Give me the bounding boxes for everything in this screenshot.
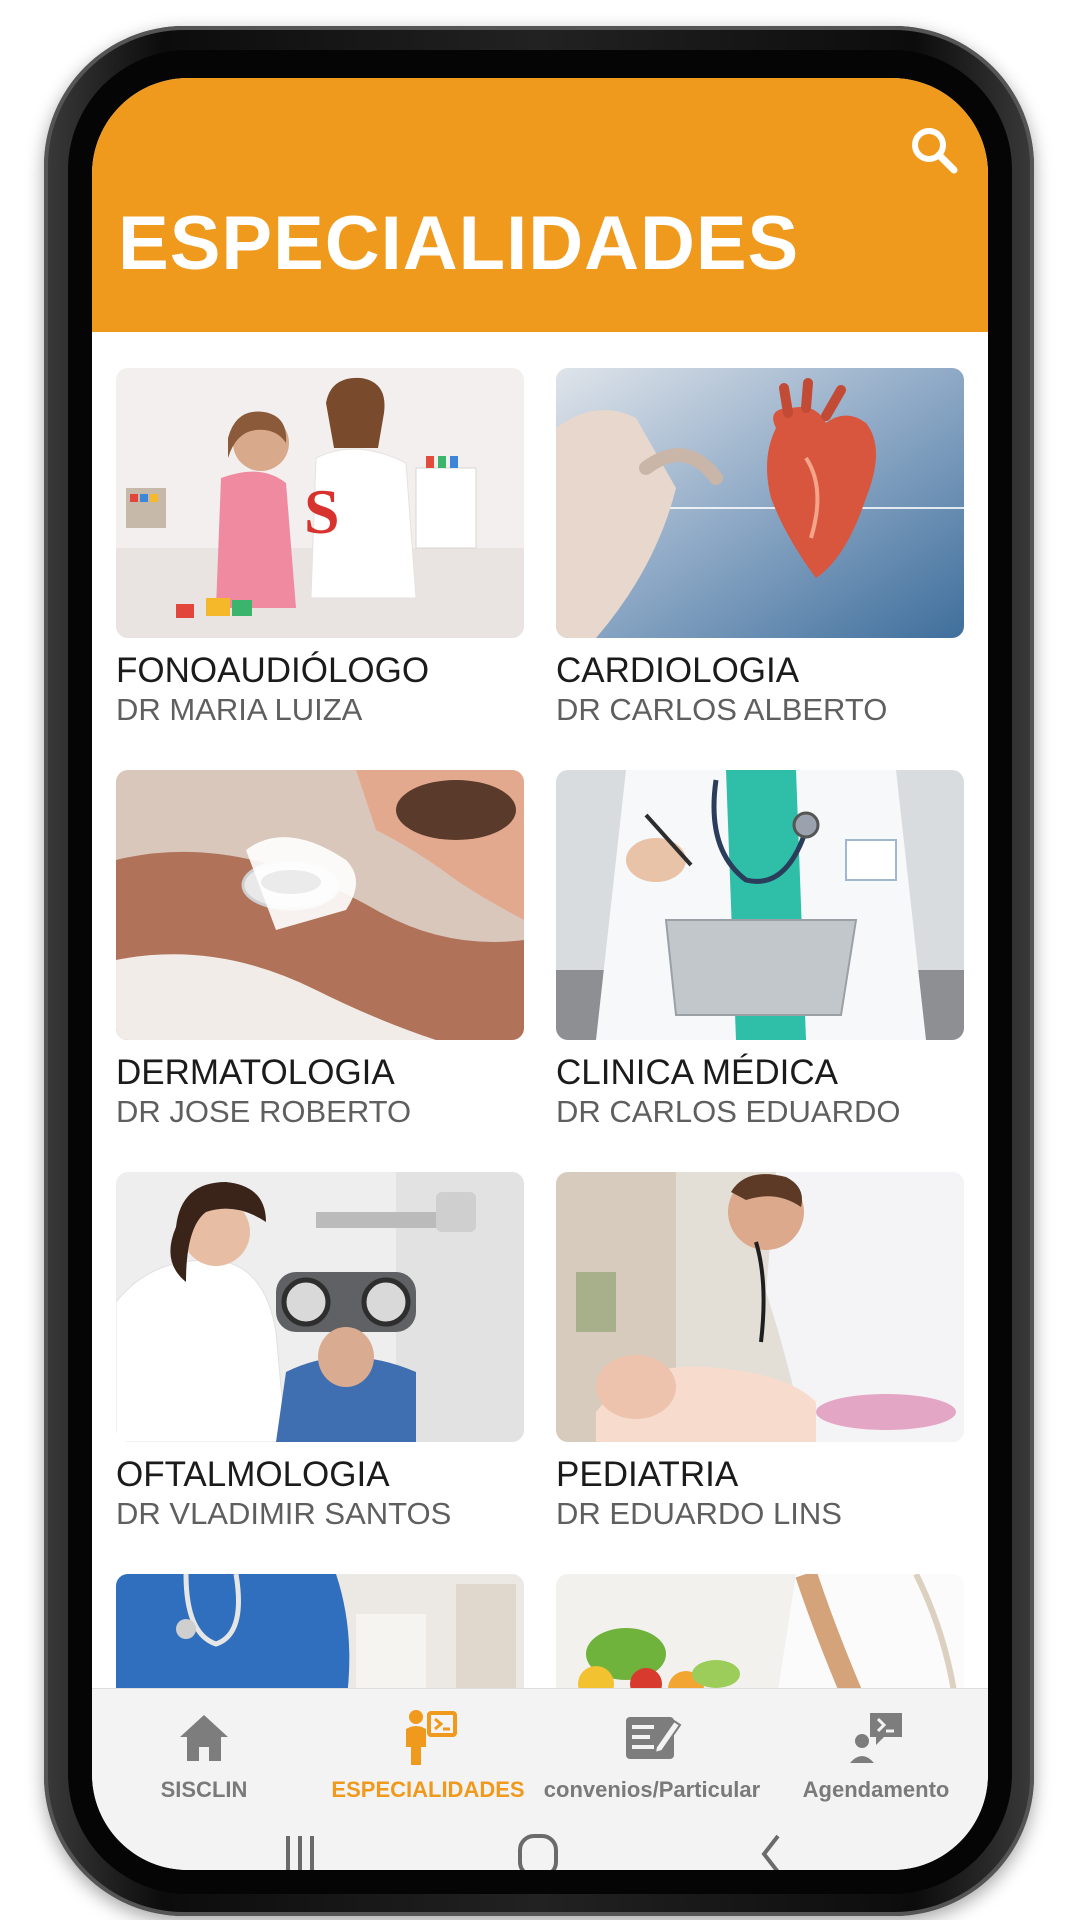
app-screen: ESPECIALIDADES S FONOAUDIÓLOGO DR MARIA …: [92, 78, 988, 1870]
svg-text:S: S: [304, 476, 340, 547]
nav-item-convenios[interactable]: convenios/Particular: [540, 1689, 764, 1811]
eye-exam-photo: [116, 1172, 524, 1442]
specialty-title: CLINICA MÉDICA: [556, 1053, 838, 1092]
chat-person-icon: [850, 1713, 902, 1763]
nav-item-agendamento[interactable]: Agendamento: [764, 1689, 988, 1811]
edit-document-icon: [626, 1717, 682, 1759]
bottom-navigation: SISCLIN ESPECIALIDADES convenios/Particu…: [92, 1688, 988, 1811]
doctor-name: DR EDUARDO LINS: [556, 1496, 842, 1531]
specialty-title: DERMATOLOGIA: [116, 1053, 395, 1092]
specialty-title: FONOAUDIÓLOGO: [116, 651, 430, 690]
doctor-clipboard-photo: [556, 770, 964, 1040]
speech-therapy-photo: S: [116, 368, 524, 638]
doctor-name: DR CARLOS EDUARDO: [556, 1094, 901, 1129]
nav-label: ESPECIALIDADES: [331, 1777, 525, 1802]
specialties-list[interactable]: S FONOAUDIÓLOGO DR MARIA LUIZA CARDIOLOG…: [92, 332, 988, 1768]
nav-item-sisclin[interactable]: SISCLIN: [92, 1689, 316, 1811]
pediatrician-baby-photo: [556, 1172, 964, 1442]
specialty-card[interactable]: CLINICA MÉDICA DR CARLOS EDUARDO: [556, 770, 964, 1130]
specialist-icon: [406, 1710, 457, 1765]
specialty-title: PEDIATRIA: [556, 1455, 739, 1494]
dermatoscope-photo: [116, 770, 524, 1040]
doctor-name: DR VLADIMIR SANTOS: [116, 1496, 452, 1531]
search-button[interactable]: [902, 118, 966, 182]
specialty-card[interactable]: CARDIOLOGIA DR CARLOS ALBERTO: [556, 368, 964, 728]
specialty-card[interactable]: S FONOAUDIÓLOGO DR MARIA LUIZA: [116, 368, 524, 728]
page-title: ESPECIALIDADES: [118, 201, 800, 286]
doctor-name: DR CARLOS ALBERTO: [556, 692, 888, 727]
nav-label: Agendamento: [802, 1777, 950, 1802]
specialty-title: OFTALMOLOGIA: [116, 1455, 390, 1494]
nav-item-especialidades[interactable]: ESPECIALIDADES: [316, 1689, 540, 1811]
home-button-icon[interactable]: [516, 1820, 564, 1870]
nav-label: convenios/Particular: [543, 1777, 761, 1802]
system-navigation-bar: [92, 1810, 988, 1870]
doctor-name: DR JOSE ROBERTO: [116, 1094, 412, 1129]
home-icon: [180, 1715, 228, 1761]
specialty-card[interactable]: OFTALMOLOGIA DR VLADIMIR SANTOS: [116, 1172, 524, 1532]
recent-apps-icon[interactable]: [282, 1820, 322, 1870]
specialty-card[interactable]: PEDIATRIA DR EDUARDO LINS: [556, 1172, 964, 1532]
specialty-card[interactable]: DERMATOLOGIA DR JOSE ROBERTO: [116, 770, 524, 1130]
back-icon[interactable]: [752, 1820, 792, 1870]
search-icon: [912, 128, 958, 174]
heart-photo: [556, 368, 964, 638]
nav-label: SISCLIN: [160, 1777, 248, 1802]
specialty-title: CARDIOLOGIA: [556, 651, 800, 690]
app-header: ESPECIALIDADES: [92, 78, 988, 332]
doctor-name: DR MARIA LUIZA: [116, 692, 363, 727]
